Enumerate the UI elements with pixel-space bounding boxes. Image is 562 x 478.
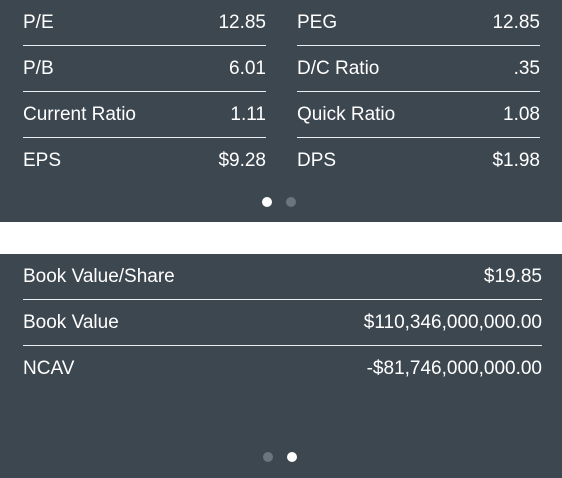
quick-ratio-label: Quick Ratio [297,104,396,125]
dc-ratio-value: .35 [513,58,540,79]
page-indicator[interactable] [0,197,562,209]
page-dot-2[interactable] [286,197,296,207]
ncav-label: NCAV [23,358,75,379]
page-dot-1[interactable] [263,452,273,462]
peg-label: PEG [297,12,338,33]
eps-cell: EPS $9.28 [23,138,266,184]
dps-value: $1.98 [492,150,540,171]
dc-ratio-label: D/C Ratio [297,58,380,79]
ratios-panel[interactable]: P/E 12.85 PEG 12.85 P/B 6.01 D/C Ratio .… [0,0,562,222]
pe-label: P/E [23,12,54,33]
page-dot-2[interactable] [287,452,297,462]
pb-label: P/B [23,58,54,79]
book-value-label: Book Value [23,312,119,333]
quick-ratio-value: 1.08 [503,104,540,125]
quick-ratio-cell: Quick Ratio 1.08 [297,92,540,138]
eps-value: $9.28 [218,150,266,171]
current-ratio-label: Current Ratio [23,104,136,125]
current-ratio-value: 1.11 [230,104,266,125]
dc-ratio-cell: D/C Ratio .35 [297,46,540,92]
dps-label: DPS [297,150,337,171]
page-indicator[interactable] [0,452,562,464]
ncav-value: -$81,746,000,000.00 [366,358,542,379]
ncav-cell: NCAV -$81,746,000,000.00 [23,346,542,392]
book-value-share-cell: Book Value/Share $19.85 [23,254,542,300]
peg-cell: PEG 12.85 [297,0,540,46]
eps-label: EPS [23,150,62,171]
book-value-value: $110,346,000,000.00 [363,312,542,333]
book-value-cell: Book Value $110,346,000,000.00 [23,300,542,346]
book-value-panel[interactable]: Book Value/Share $19.85 Book Value $110,… [0,254,562,478]
book-value-share-label: Book Value/Share [23,266,175,287]
dps-cell: DPS $1.98 [297,138,540,184]
pb-value: 6.01 [229,58,266,79]
peg-value: 12.85 [492,12,540,33]
current-ratio-cell: Current Ratio 1.11 [23,92,266,138]
page-dot-1[interactable] [262,197,272,207]
pb-cell: P/B 6.01 [23,46,266,92]
pe-value: 12.85 [218,12,266,33]
book-value-share-value: $19.85 [483,266,542,287]
pe-cell: P/E 12.85 [23,0,266,46]
